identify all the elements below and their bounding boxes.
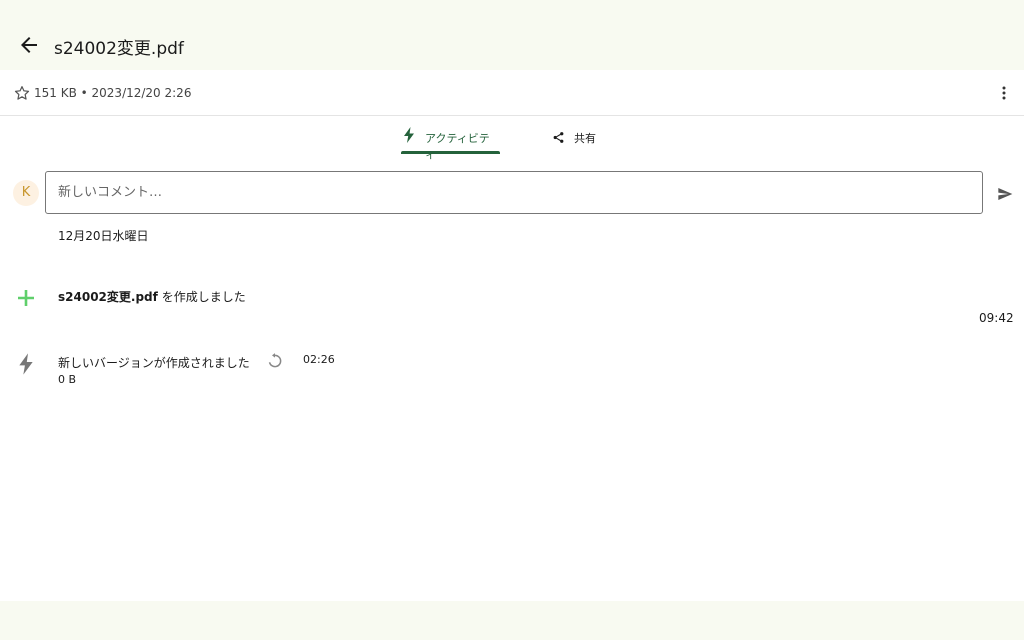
tab-share-label: 共有 xyxy=(574,132,596,145)
avatar: K xyxy=(13,180,39,206)
more-options-icon[interactable] xyxy=(997,84,1011,102)
share-icon xyxy=(552,129,565,148)
activity-time: 09:42 xyxy=(979,311,1014,325)
tab-share[interactable]: 共有 xyxy=(548,124,608,154)
comment-input[interactable] xyxy=(45,171,983,214)
page-title: s24002変更.pdf xyxy=(54,39,184,59)
tab-activity-label: アクティビティ xyxy=(425,132,490,161)
activity-action: を作成しました xyxy=(161,290,246,304)
star-icon[interactable] xyxy=(13,84,31,102)
plus-icon xyxy=(15,287,37,309)
date-heading: 12月20日水曜日 xyxy=(58,229,149,243)
activity-created-text: s24002変更.pdf を作成しました xyxy=(58,288,246,305)
activity-version-text: 新しいバージョンが作成されました xyxy=(58,356,250,370)
restore-icon[interactable] xyxy=(266,352,284,370)
activity-file-name: s24002変更.pdf xyxy=(58,290,158,304)
lightning-icon xyxy=(15,352,37,376)
bottom-bar xyxy=(0,601,1024,640)
tab-activity[interactable]: アクティビティ xyxy=(401,124,500,161)
activity-size: 0 B xyxy=(58,373,77,386)
file-meta: 151 KB • 2023/12/20 2:26 xyxy=(34,86,192,100)
send-icon[interactable] xyxy=(997,186,1013,202)
lightning-icon xyxy=(402,126,416,148)
back-arrow-icon[interactable] xyxy=(17,33,41,57)
tab-indicator xyxy=(401,151,500,154)
activity-time: 02:26 xyxy=(303,353,335,366)
